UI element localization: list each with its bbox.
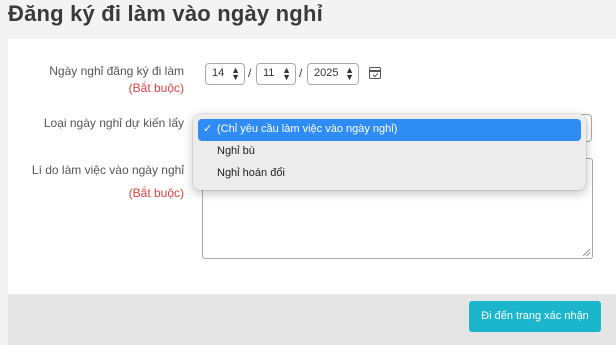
- date-separator: /: [299, 66, 303, 80]
- dropdown-option-label: Nghỉ hoán đổi: [217, 167, 285, 179]
- year-value: 2025: [314, 67, 339, 79]
- date-required-label: (Bắt buộc): [128, 81, 184, 95]
- date-separator: /: [248, 66, 252, 80]
- dropdown-option-label: (Chỉ yêu cầu làm việc vào ngày nghỉ): [217, 123, 398, 135]
- date-label: Ngày nghỉ đăng ký đi làm: [49, 64, 184, 78]
- dropdown-option-compensatory-leave[interactable]: Nghỉ bù: [198, 141, 581, 163]
- up-down-arrows-icon: ▲ ▼: [231, 65, 240, 82]
- page-title: Đăng ký đi làm vào ngày nghỉ: [8, 1, 323, 26]
- calendar-icon[interactable]: [369, 67, 381, 79]
- up-down-arrows-icon: ▲ ▼: [345, 65, 354, 82]
- check-icon: ✓: [203, 123, 213, 135]
- year-select[interactable]: 2025 ▲ ▼: [307, 63, 359, 85]
- reason-label: Lí do làm việc vào ngày nghỉ: [31, 163, 184, 177]
- confirm-button[interactable]: Đi đến trang xác nhận: [469, 301, 601, 332]
- type-label: Loại ngày nghỉ dự kiến lấy: [43, 116, 184, 130]
- type-dropdown-menu: ✓ (Chỉ yêu cầu làm việc vào ngày nghỉ) N…: [193, 114, 586, 190]
- month-value: 11: [263, 67, 275, 79]
- day-select[interactable]: 14 ▲ ▼: [205, 63, 245, 85]
- dropdown-option-label: Nghỉ bù: [217, 145, 255, 157]
- day-value: 14: [212, 67, 225, 79]
- resize-grip-icon[interactable]: [583, 249, 590, 256]
- dropdown-option-work-request[interactable]: ✓ (Chỉ yêu cầu làm việc vào ngày nghỉ): [198, 119, 581, 141]
- month-select[interactable]: 11 ▲ ▼: [256, 63, 296, 85]
- up-down-arrows-icon: ▲ ▼: [282, 65, 291, 82]
- dropdown-option-swap-leave[interactable]: Nghỉ hoán đổi: [198, 163, 581, 185]
- reason-required-label: (Bắt buộc): [128, 186, 184, 200]
